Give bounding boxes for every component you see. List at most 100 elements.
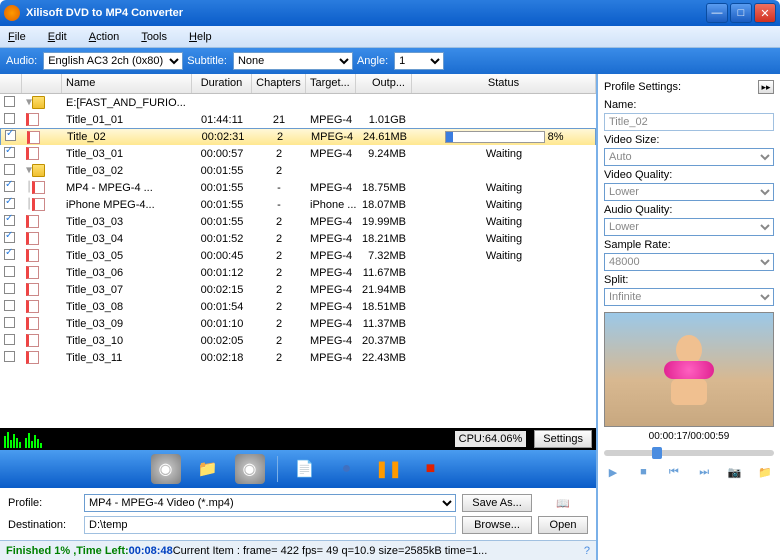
prev-icon[interactable]: ⏮ [665,464,683,480]
open-dvd-button[interactable]: ◉ [151,454,181,484]
angle-select[interactable]: 1 [394,52,444,70]
menu-tools[interactable]: Tools [141,31,167,43]
play-icon[interactable]: ▶ [604,464,622,480]
row-checkbox[interactable] [5,130,16,141]
row-name: iPhone MPEG-4... [62,198,192,212]
row-checkbox[interactable] [4,249,15,260]
list-header: Name Duration Chapters Target... Outp...… [0,74,596,94]
table-row[interactable]: Title_03_0400:01:522MPEG-418.21MBWaiting [0,230,596,247]
table-row[interactable]: Title_03_1100:02:182MPEG-422.43MB [0,349,596,366]
record-button[interactable]: ● [332,454,362,484]
row-checkbox[interactable] [4,215,15,226]
menu-file[interactable]: File [8,31,26,43]
row-checkbox[interactable] [4,334,15,345]
table-row[interactable]: Title_0200:02:312MPEG-424.61MB 8% [0,128,596,145]
stop-button[interactable]: ■ [416,454,446,484]
menu-edit[interactable]: Edit [48,31,67,43]
row-checkbox[interactable] [4,351,15,362]
row-checkbox[interactable] [4,164,15,175]
col-status[interactable]: Status [412,74,596,93]
row-name: Title_03_05 [62,249,192,263]
next-icon[interactable]: ⏭ [695,464,713,480]
name-input[interactable] [604,113,774,131]
row-checkbox[interactable] [4,317,15,328]
add-profile-button[interactable]: 📄 [290,454,320,484]
profile-help-icon[interactable]: 📖 [538,497,588,510]
row-output [356,102,412,104]
save-as-button[interactable]: Save As... [462,494,532,512]
row-checkbox[interactable] [4,300,15,311]
row-output: 11.37MB [356,317,412,331]
row-chapters: 2 [252,283,306,297]
open-button[interactable]: Open [538,516,588,534]
sample-rate-select[interactable]: 48000 [604,253,774,271]
file-list[interactable]: ▼E:[FAST_AND_FURIO...Title_01_0101:44:11… [0,94,596,428]
col-target[interactable]: Target... [306,74,356,93]
col-duration[interactable]: Duration [192,74,252,93]
maximize-button[interactable]: □ [730,3,752,23]
pause-button[interactable]: ❚❚ [374,454,404,484]
destination-label: Destination: [8,519,78,531]
col-name[interactable]: Name [62,74,192,93]
stop-icon[interactable]: ■ [634,464,652,480]
snapshot-icon[interactable]: 📷 [726,464,744,480]
row-status [412,170,596,172]
folder-icon[interactable]: 📁 [756,464,774,480]
row-status: Waiting [412,232,596,246]
row-checkbox[interactable] [4,96,15,107]
table-row[interactable]: Title_03_0100:00:572MPEG-49.24MBWaiting [0,145,596,162]
table-row[interactable]: Title_03_0600:01:122MPEG-411.67MB [0,264,596,281]
row-checkbox[interactable] [4,147,15,158]
minimize-button[interactable]: — [706,3,728,23]
table-row[interactable]: Title_03_0800:01:542MPEG-418.51MB [0,298,596,315]
table-row[interactable]: Title_03_1000:02:052MPEG-420.37MB [0,332,596,349]
video-quality-label: Video Quality: [604,169,774,181]
add-folder-button[interactable]: 📁 [193,454,223,484]
destination-input[interactable] [84,516,456,534]
status-help-icon[interactable]: ? [584,545,590,557]
row-chapters: 2 [252,334,306,348]
table-row[interactable]: Title_03_0700:02:152MPEG-421.94MB [0,281,596,298]
table-row[interactable]: ▼E:[FAST_AND_FURIO... [0,94,596,111]
file-icon [27,131,40,144]
row-target [306,170,356,172]
table-row[interactable]: Title_03_0500:00:452MPEG-47.32MBWaiting [0,247,596,264]
menu-action[interactable]: Action [89,31,120,43]
row-chapters: 2 [252,147,306,161]
audio-quality-select[interactable]: Lower [604,218,774,236]
row-duration: 00:02:05 [192,334,252,348]
row-checkbox[interactable] [4,198,15,209]
video-size-select[interactable]: Auto [604,148,774,166]
table-row[interactable]: Title_03_0900:01:102MPEG-411.37MB [0,315,596,332]
row-checkbox[interactable] [4,232,15,243]
browse-button[interactable]: Browse... [462,516,532,534]
row-checkbox[interactable] [4,181,15,192]
close-button[interactable]: ✕ [754,3,776,23]
menu-help[interactable]: Help [189,31,212,43]
col-chapters[interactable]: Chapters [252,74,306,93]
col-output[interactable]: Outp... [356,74,412,93]
file-icon [26,317,39,330]
row-chapters: - [252,181,306,195]
subtitle-select[interactable]: None [233,52,353,70]
table-row[interactable]: ▼Title_03_0200:01:552 [0,162,596,179]
row-duration: 00:01:54 [192,300,252,314]
profile-select[interactable]: MP4 - MPEG-4 Video (*.mp4) [84,494,456,512]
audio-select[interactable]: English AC3 2ch (0x80) [43,52,183,70]
table-row[interactable]: │MP4 - MPEG-4 ...00:01:55-MPEG-418.75MBW… [0,179,596,196]
preview-slider[interactable] [604,450,774,456]
row-checkbox[interactable] [4,283,15,294]
split-select[interactable]: Infinite [604,288,774,306]
row-checkbox[interactable] [4,266,15,277]
video-quality-select[interactable]: Lower [604,183,774,201]
table-row[interactable]: Title_03_0300:01:552MPEG-419.99MBWaiting [0,213,596,230]
table-row[interactable]: │iPhone MPEG-4...00:01:55-iPhone ...18.0… [0,196,596,213]
open-iso-button[interactable]: ◉ [235,454,265,484]
row-target: MPEG-4 [306,249,356,263]
file-icon [26,147,39,160]
expand-settings-button[interactable]: ▸▸ [758,80,774,94]
row-checkbox[interactable] [4,113,15,124]
row-target: MPEG-4 [306,300,356,314]
settings-button[interactable]: Settings [534,430,592,448]
table-row[interactable]: Title_01_0101:44:1121MPEG-41.01GB [0,111,596,128]
